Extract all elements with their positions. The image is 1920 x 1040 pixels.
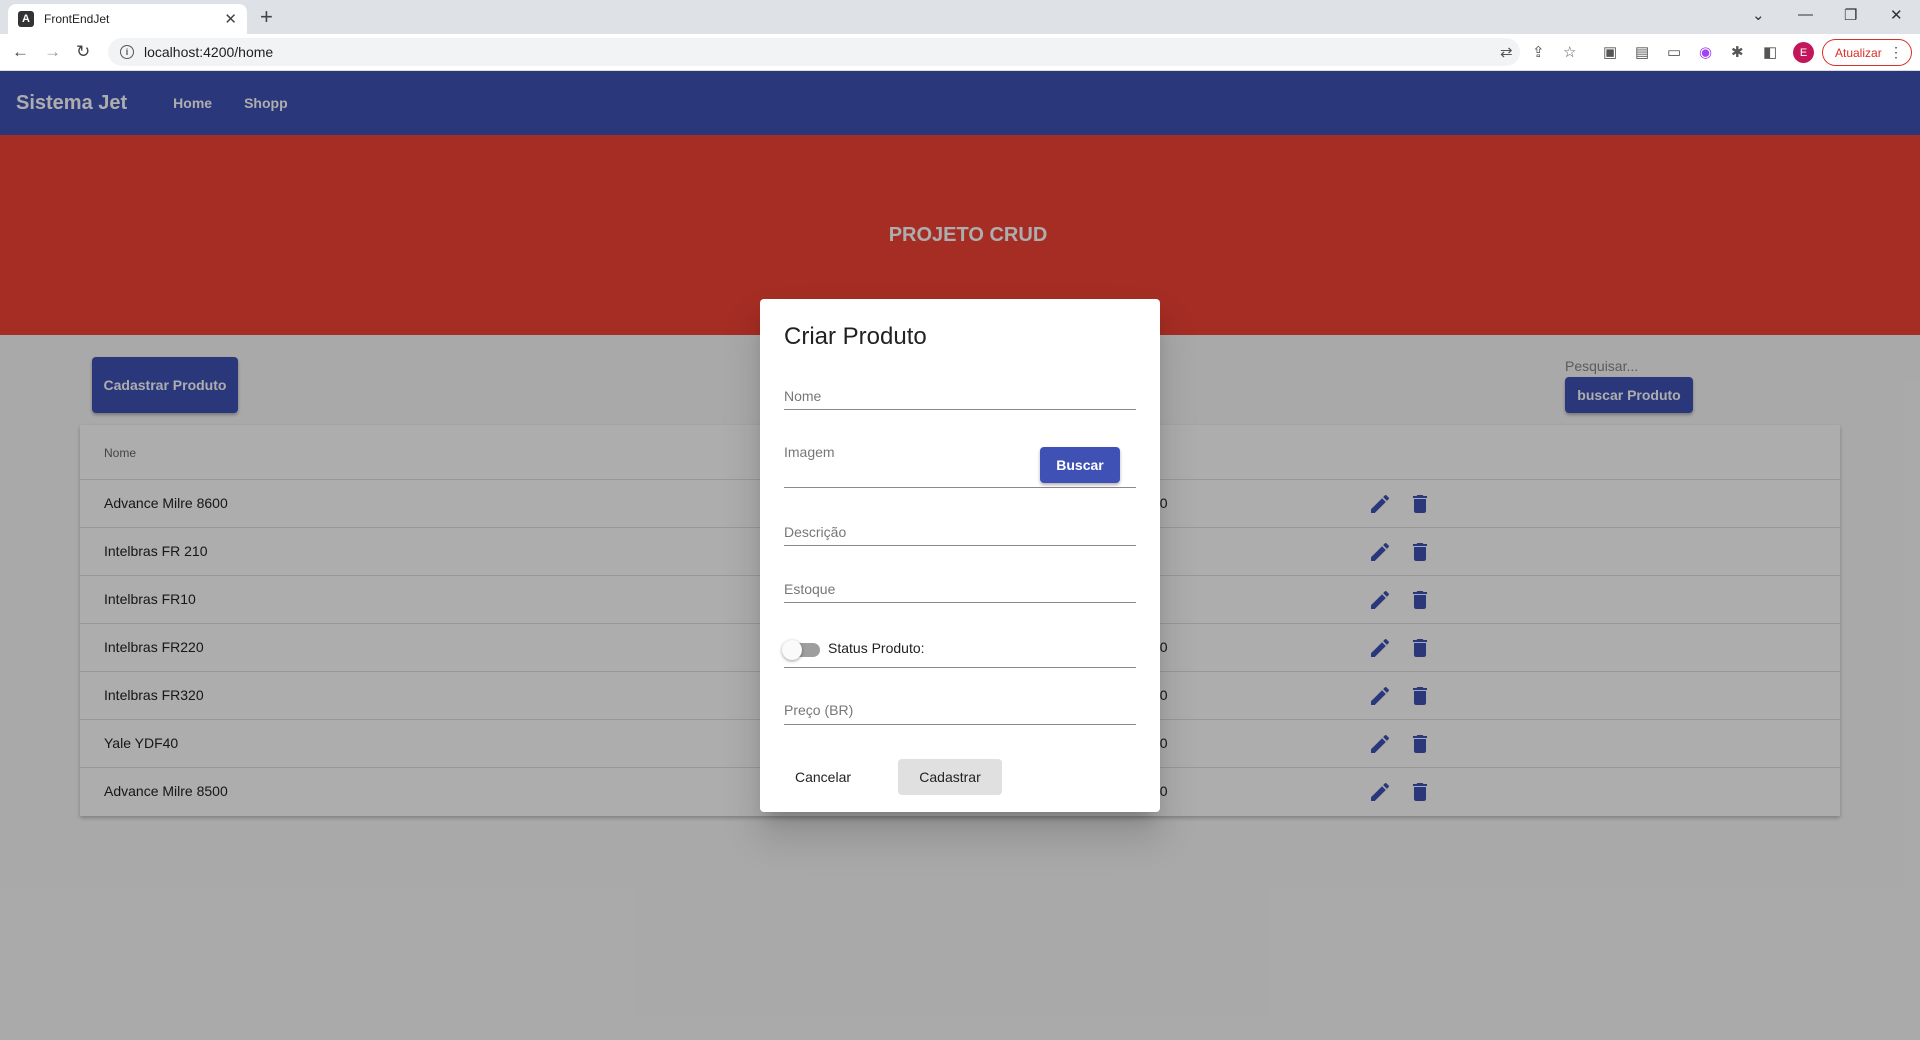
update-button[interactable]: Atualizar ⋮ <box>1822 39 1912 66</box>
status-label: Status Produto: <box>828 640 925 656</box>
status-field: Status Produto: <box>782 633 1136 668</box>
side-panel-icon[interactable]: ◧ <box>1763 43 1777 61</box>
reload-icon[interactable]: ↻ <box>76 42 90 62</box>
tab-search-icon[interactable]: ⌄ <box>1752 6 1765 24</box>
dialog-title: Criar Produto <box>784 323 927 350</box>
new-tab-icon[interactable]: + <box>260 5 273 29</box>
extension-3-icon[interactable]: ▭ <box>1667 43 1681 61</box>
descricao-field[interactable]: Descrição <box>784 519 1136 546</box>
close-tab-icon[interactable]: ✕ <box>224 10 237 28</box>
extension-2-icon[interactable]: ▤ <box>1635 43 1649 61</box>
bookmark-star-icon[interactable]: ☆ <box>1563 43 1576 61</box>
buscar-image-button[interactable]: Buscar <box>1040 447 1120 483</box>
preco-label: Preço (BR) <box>784 702 854 718</box>
estoque-label: Estoque <box>784 581 836 597</box>
forward-icon[interactable]: → <box>44 42 61 62</box>
submit-button[interactable]: Cadastrar <box>898 759 1002 795</box>
restore-icon[interactable]: ❐ <box>1844 6 1857 24</box>
extensions-puzzle-icon[interactable]: ✱ <box>1731 43 1744 61</box>
nome-field[interactable]: Nome <box>784 383 1136 410</box>
preco-field[interactable]: Preço (BR) <box>784 696 1136 725</box>
url-text: localhost:4200/home <box>144 44 274 60</box>
share-icon[interactable]: ⇪ <box>1532 43 1545 61</box>
site-info-icon[interactable]: i <box>120 45 134 59</box>
nome-label: Nome <box>784 388 822 404</box>
translate-icon[interactable]: ⇄ <box>1500 43 1513 61</box>
estoque-field[interactable]: Estoque <box>784 576 1136 603</box>
extension-1-icon[interactable]: ▣ <box>1603 43 1617 61</box>
back-icon[interactable]: ← <box>12 42 29 62</box>
create-product-dialog: Criar Produto Nome Imagem Buscar Descriç… <box>760 299 1160 812</box>
profile-avatar[interactable]: E <box>1793 42 1814 63</box>
browser-tab[interactable]: A FrontEndJet ✕ <box>8 4 247 34</box>
tab-title: FrontEndJet <box>44 12 110 26</box>
descricao-label: Descrição <box>784 524 847 540</box>
imagem-label: Imagem <box>784 444 835 460</box>
extension-4-icon[interactable]: ◉ <box>1699 43 1712 61</box>
cancel-button[interactable]: Cancelar <box>784 759 862 795</box>
menu-dots-icon[interactable]: ⋮ <box>1889 44 1903 61</box>
minimize-icon[interactable]: — <box>1798 6 1813 23</box>
toggle-knob <box>782 640 802 660</box>
angular-favicon-icon: A <box>18 11 34 27</box>
status-toggle[interactable] <box>782 640 820 660</box>
window-close-icon[interactable]: ✕ <box>1890 6 1903 24</box>
address-bar-row: ← → ↻ i localhost:4200/home ⇄ ⇪ ☆ ▣ ▤ ▭ … <box>0 34 1920 71</box>
browser-tabbar: A FrontEndJet ✕ + ⌄ — ❐ ✕ <box>0 0 1920 34</box>
update-label: Atualizar <box>1835 45 1882 60</box>
omnibox[interactable]: i localhost:4200/home <box>108 38 1520 66</box>
